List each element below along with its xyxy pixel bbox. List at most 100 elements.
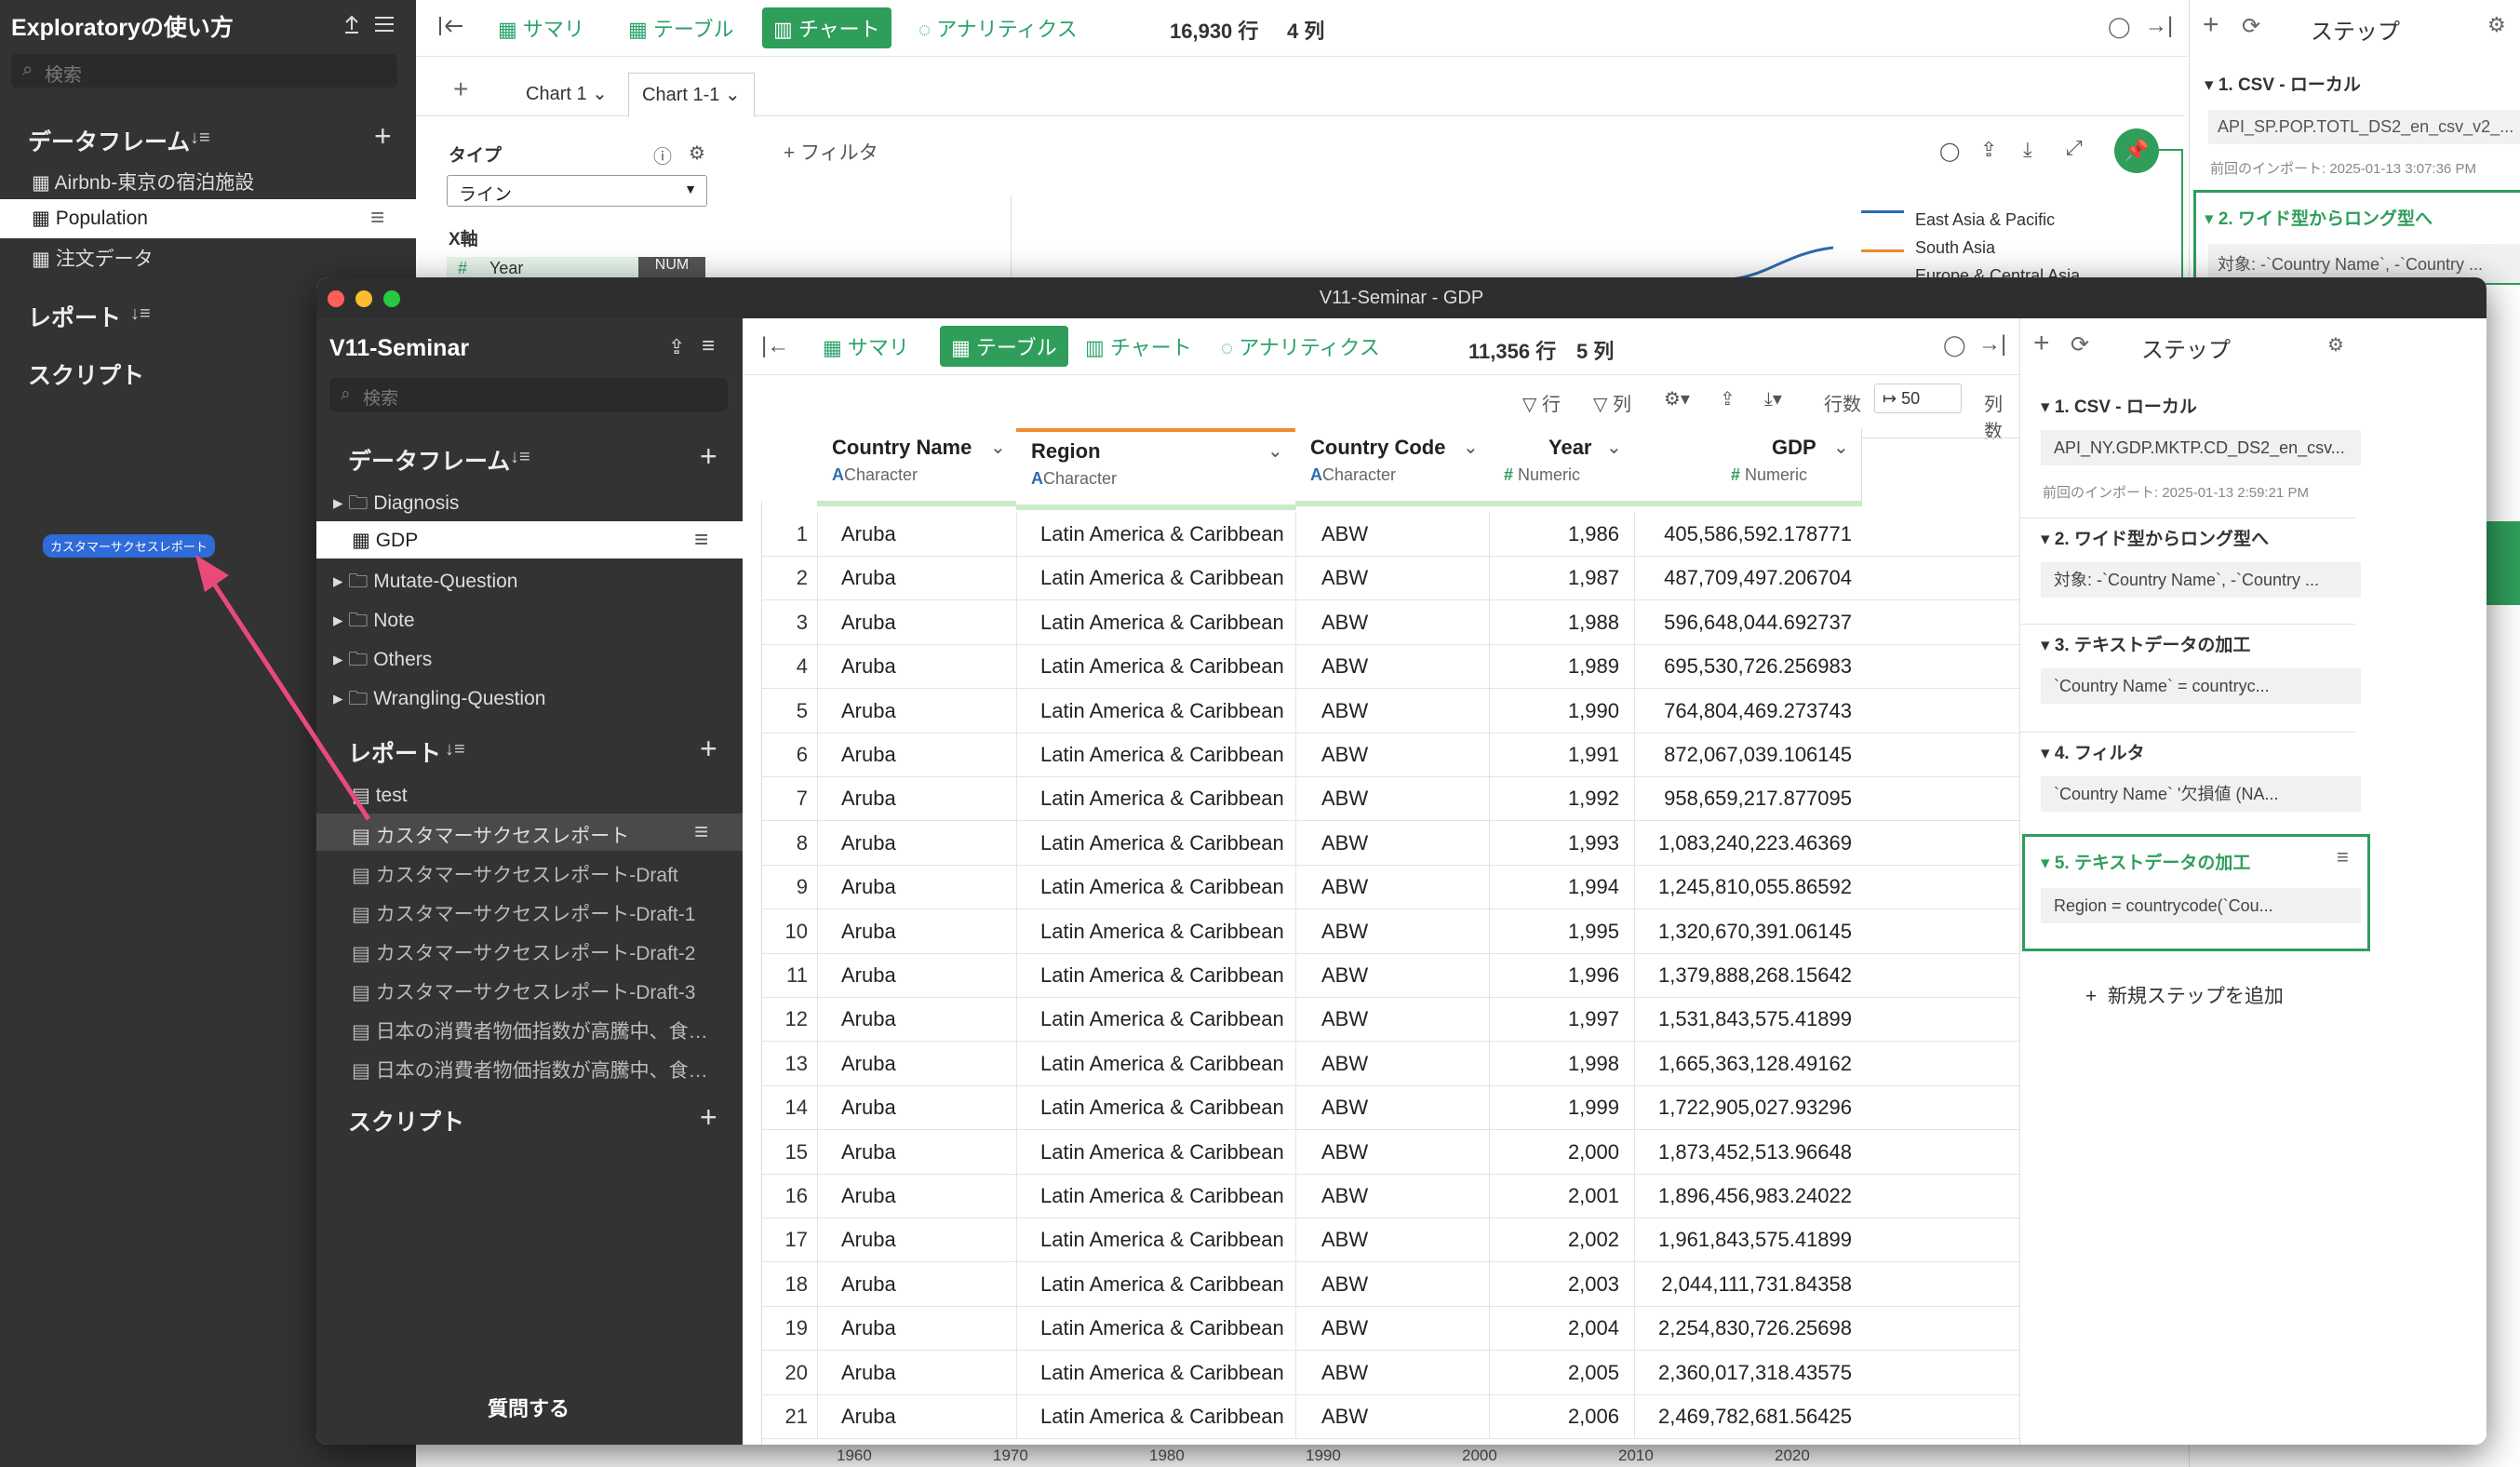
comment-icon[interactable]: ◯ bbox=[1943, 333, 1966, 357]
settings-icon[interactable]: ⚙ bbox=[2327, 333, 2344, 357]
table-cell[interactable]: Aruba bbox=[841, 733, 1027, 776]
table-cell[interactable]: Latin America & Caribbean bbox=[1040, 644, 1310, 688]
step-label[interactable]: ▾ 1. CSV - ローカル bbox=[2205, 71, 2361, 96]
table-row[interactable]: 9 Aruba Latin America & Caribbean ABW 1,994 1… bbox=[761, 865, 2101, 910]
table-cell[interactable]: ABW bbox=[1321, 1042, 1498, 1085]
table-cell[interactable]: 1,722,905,027.93296 bbox=[1636, 1085, 1852, 1129]
row-menu-icon[interactable]: ≡ bbox=[694, 525, 708, 554]
table-cell[interactable]: 958,659,217.877095 bbox=[1636, 776, 1852, 820]
column-header[interactable]: Region ⌄ ACharacter bbox=[1016, 428, 1296, 510]
table-cell[interactable]: 764,804,469.273743 bbox=[1636, 689, 1852, 733]
upload-icon[interactable]: ⇪ bbox=[668, 335, 685, 359]
table-cell[interactable]: Latin America & Caribbean bbox=[1040, 556, 1310, 599]
table-cell[interactable]: Latin America & Caribbean bbox=[1040, 1394, 1310, 1438]
table-cell[interactable]: 1,990 bbox=[1489, 689, 1619, 733]
add-step-icon[interactable]: + bbox=[2033, 328, 2050, 359]
bg-dataframe-item[interactable]: ▦ 注文データ bbox=[32, 244, 154, 272]
table-row[interactable]: 15 Aruba Latin America & Caribbean ABW 2,000… bbox=[761, 1129, 2101, 1175]
table-cell[interactable]: ABW bbox=[1321, 865, 1498, 908]
table-cell[interactable]: Latin America & Caribbean bbox=[1040, 953, 1310, 997]
report-item[interactable]: ▤ カスタマーサクセスレポート-Draft-1 bbox=[352, 899, 695, 927]
tab-chart[interactable]: ▥ チャート bbox=[1085, 331, 1192, 361]
collapse-right-icon[interactable]: →| bbox=[1978, 331, 2006, 357]
chart-tab[interactable]: Chart 1 ⌄ bbox=[513, 73, 621, 115]
chevron-down-icon[interactable]: ⌄ bbox=[1833, 436, 1849, 459]
table-cell[interactable]: 1,999 bbox=[1489, 1085, 1619, 1129]
bg-dataframe-item[interactable]: ▦ Airbnb-東京の宿泊施設 bbox=[32, 168, 254, 195]
table-cell[interactable]: Latin America & Caribbean bbox=[1040, 733, 1310, 776]
table-cell[interactable]: Aruba bbox=[841, 865, 1027, 908]
table-cell[interactable]: 1,994 bbox=[1489, 865, 1619, 908]
chevron-down-icon[interactable]: ⌄ bbox=[1606, 436, 1622, 459]
col-filter-button[interactable]: ▽ 列 bbox=[1593, 389, 1631, 416]
table-row[interactable]: 5 Aruba Latin America & Caribbean ABW 1,990 7… bbox=[761, 688, 2101, 734]
table-cell[interactable]: Aruba bbox=[841, 689, 1027, 733]
share-icon[interactable]: ⇪ bbox=[1980, 138, 1997, 162]
table-cell[interactable]: 1,961,843,575.41899 bbox=[1636, 1218, 1852, 1261]
expand-icon[interactable]: ⤢ bbox=[2066, 136, 2083, 160]
table-row[interactable]: 16 Aruba Latin America & Caribbean ABW 2,001… bbox=[761, 1174, 2101, 1218]
table-cell[interactable]: 2,005 bbox=[1489, 1351, 1619, 1394]
minimize-button[interactable] bbox=[355, 290, 372, 307]
table-row[interactable]: 11 Aruba Latin America & Caribbean ABW 1,996… bbox=[761, 953, 2101, 998]
tab-chart[interactable]: ▥ チャート bbox=[762, 7, 891, 48]
table-cell[interactable]: 2,004 bbox=[1489, 1306, 1619, 1350]
row-menu-icon[interactable]: ≡ bbox=[2337, 845, 2349, 869]
add-chart-icon[interactable]: + bbox=[453, 74, 468, 104]
table-cell[interactable]: Aruba bbox=[841, 821, 1027, 865]
report-item[interactable]: ▤ カスタマーサクセスレポート-Draft bbox=[352, 860, 678, 888]
gear-icon[interactable]: ⚙ bbox=[689, 141, 705, 165]
table-cell[interactable]: Aruba bbox=[841, 1085, 1027, 1129]
type-select[interactable]: ライン ▼ bbox=[447, 175, 707, 207]
table-cell[interactable]: 1,995 bbox=[1489, 909, 1619, 953]
table-cell[interactable]: ABW bbox=[1321, 1351, 1498, 1394]
table-cell[interactable]: 1,988 bbox=[1489, 600, 1619, 644]
download-icon[interactable]: ⤓ bbox=[2023, 138, 2032, 162]
comment-icon[interactable]: ◯ bbox=[2108, 15, 2131, 39]
table-row[interactable]: 6 Aruba Latin America & Caribbean ABW 1,991 8… bbox=[761, 733, 2101, 777]
pin-icon[interactable]: 📌 bbox=[2114, 128, 2159, 173]
refresh-icon[interactable]: ⟳ bbox=[2242, 13, 2260, 40]
table-cell[interactable]: Latin America & Caribbean bbox=[1040, 1085, 1310, 1129]
table-cell[interactable]: 1,665,363,128.49162 bbox=[1636, 1042, 1852, 1085]
table-cell[interactable]: Aruba bbox=[841, 997, 1027, 1041]
table-cell[interactable]: 1,531,843,575.41899 bbox=[1636, 997, 1852, 1041]
add-dataframe-icon[interactable]: + bbox=[374, 119, 392, 154]
step-label[interactable]: ▾ 2. ワイド型からロング型へ bbox=[2041, 525, 2269, 550]
table-cell[interactable]: 1,320,670,391.06145 bbox=[1636, 909, 1852, 953]
tab-summary[interactable]: ▦ サマリ bbox=[498, 13, 584, 43]
step-label[interactable]: ▾ 5. テキストデータの加工 bbox=[2041, 849, 2250, 874]
table-cell[interactable]: ABW bbox=[1321, 689, 1498, 733]
add-script-icon[interactable]: + bbox=[700, 1100, 717, 1135]
table-cell[interactable]: Latin America & Caribbean bbox=[1040, 1042, 1310, 1085]
help-icon[interactable]: ⓘ bbox=[653, 141, 672, 168]
table-cell[interactable]: 2,002 bbox=[1489, 1218, 1619, 1261]
table-cell[interactable]: ABW bbox=[1321, 600, 1498, 644]
table-cell[interactable]: ABW bbox=[1321, 909, 1498, 953]
folder-item[interactable]: ▸ 🗀 Diagnosis bbox=[333, 490, 459, 522]
table-cell[interactable]: Latin America & Caribbean bbox=[1040, 865, 1310, 908]
table-row[interactable]: 18 Aruba Latin America & Caribbean ABW 2,003… bbox=[761, 1261, 2101, 1307]
table-cell[interactable]: 1,997 bbox=[1489, 997, 1619, 1041]
ask-button[interactable]: 質問する bbox=[488, 1393, 570, 1422]
step-label[interactable]: ▾ 1. CSV - ローカル bbox=[2041, 393, 2197, 418]
table-cell[interactable]: 2,001 bbox=[1489, 1174, 1619, 1218]
table-row[interactable]: 19 Aruba Latin America & Caribbean ABW 2,004… bbox=[761, 1306, 2101, 1352]
table-cell[interactable]: Aruba bbox=[841, 953, 1027, 997]
xaxis-field[interactable]: # Year bbox=[447, 257, 638, 277]
table-row[interactable]: 7 Aruba Latin America & Caribbean ABW 1,992 9… bbox=[761, 776, 2101, 822]
table-cell[interactable]: Aruba bbox=[841, 1306, 1027, 1350]
close-button[interactable] bbox=[328, 290, 344, 307]
table-cell[interactable]: Aruba bbox=[841, 512, 1027, 556]
refresh-icon[interactable]: ⟳ bbox=[2071, 331, 2089, 358]
sort-icon[interactable]: ↓≡ bbox=[510, 447, 530, 468]
table-cell[interactable]: Aruba bbox=[841, 1218, 1027, 1261]
add-step-icon[interactable]: + bbox=[2203, 9, 2219, 41]
table-row[interactable]: 8 Aruba Latin America & Caribbean ABW 1,993 1… bbox=[761, 820, 2101, 866]
table-cell[interactable]: 1,991 bbox=[1489, 733, 1619, 776]
table-cell[interactable]: ABW bbox=[1321, 1262, 1498, 1306]
table-cell[interactable]: Latin America & Caribbean bbox=[1040, 689, 1310, 733]
table-cell[interactable]: Latin America & Caribbean bbox=[1040, 1306, 1310, 1350]
add-dataframe-icon[interactable]: + bbox=[700, 439, 717, 474]
table-cell[interactable]: 405,586,592.178771 bbox=[1636, 512, 1852, 556]
